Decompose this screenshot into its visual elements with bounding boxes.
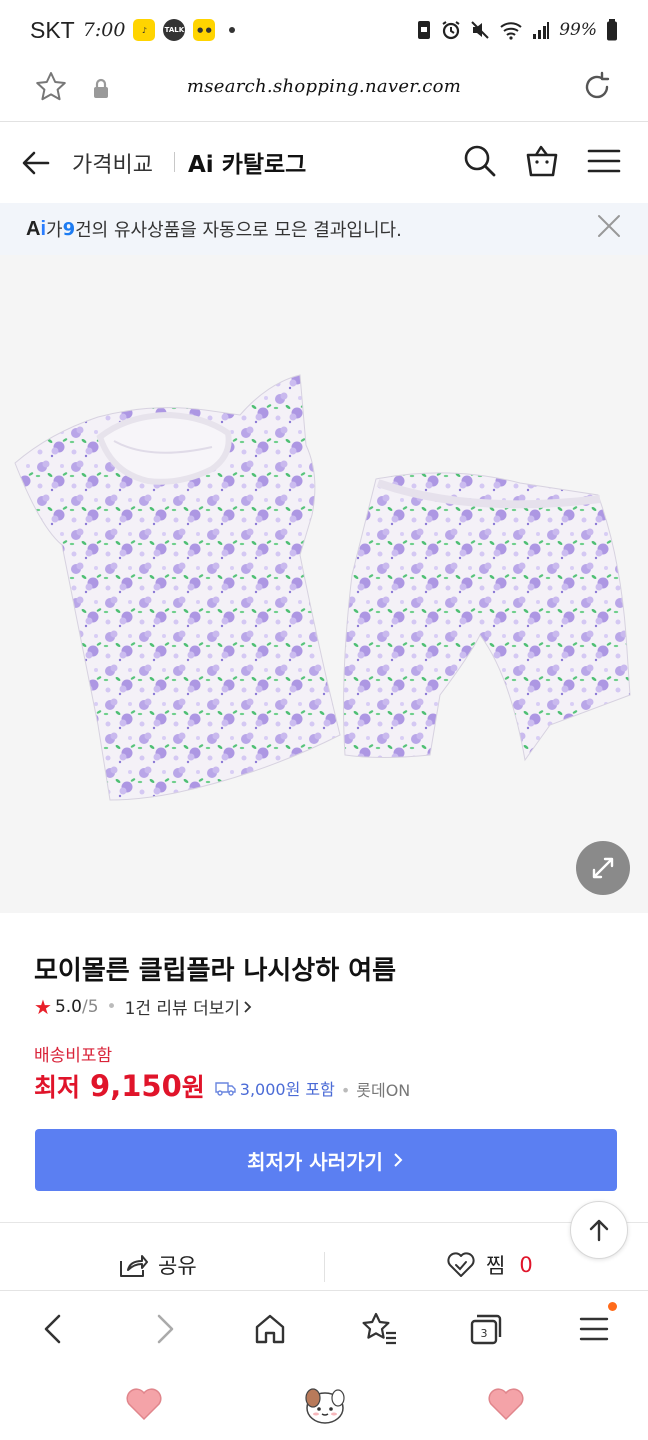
buy-lowest-price-button[interactable]: 최저가 사러가기 <box>35 1129 617 1191</box>
product-image-area[interactable] <box>0 255 648 913</box>
page-header: 가격비교 Ai 카탈로그 <box>0 123 648 203</box>
shipping-fee: 3,000원 포함 <box>215 1076 335 1100</box>
product-image <box>14 374 631 801</box>
like-button[interactable]: 찜 0 <box>446 1250 533 1280</box>
status-right: 99% <box>416 19 618 41</box>
chevron-right-icon <box>394 1153 403 1167</box>
buy-button-label: 최저가 사러가기 <box>247 1149 383 1174</box>
rating-value: 5.0 <box>54 996 82 1017</box>
rating-row: ★ 5.0 /5 • 1건 리뷰 더보기 <box>34 994 254 1019</box>
share-label: 공유 <box>158 1254 197 1278</box>
breadcrumb-price-compare[interactable]: 가격비교 <box>72 147 153 179</box>
clock: 7:00 <box>82 19 126 41</box>
chevron-right-icon <box>244 1000 252 1013</box>
price-unit: 원 <box>181 1073 205 1102</box>
breadcrumb-divider <box>174 152 175 172</box>
carrier-label: SKT <box>30 16 75 43</box>
notice-count: 9 <box>62 218 76 240</box>
browser-menu-icon[interactable] <box>578 1311 610 1347</box>
mute-icon <box>471 21 489 39</box>
notice-text-before: 가 <box>46 220 63 241</box>
expand-image-button[interactable] <box>576 841 630 895</box>
alarm-icon <box>442 21 460 40</box>
wifi-icon <box>500 22 522 40</box>
rating-separator: • <box>106 996 117 1017</box>
browser-url-bar: msearch.shopping.naver.com <box>0 60 648 122</box>
heart-icon[interactable] <box>124 1386 164 1422</box>
reload-icon[interactable] <box>580 70 614 104</box>
notice-text-after: 건의 유사상품을 자동으로 모은 결과입니다. <box>75 220 402 241</box>
ai-notice-banner: Ai 가 9 건의 유사상품을 자동으로 모은 결과입니다. <box>0 203 648 255</box>
shopping-bag-icon[interactable] <box>524 143 560 179</box>
more-notifications-dot <box>229 27 236 33</box>
ai-logo: Ai <box>26 218 46 241</box>
rating-max: /5 <box>81 996 99 1017</box>
battery-icon <box>607 19 617 41</box>
notification-app-icon-2: ● ● <box>193 19 216 41</box>
seller-name: 롯데ON <box>356 1081 411 1100</box>
phone-lock-icon <box>418 21 431 39</box>
like-count: 0 <box>519 1253 533 1277</box>
tabs-icon[interactable]: 3 <box>468 1311 504 1347</box>
shipping-included-label: 배송비포함 <box>34 1046 113 1066</box>
section-divider <box>0 1222 648 1223</box>
like-label: 찜 <box>486 1254 506 1278</box>
price-row: 최저 9,150 원 3,000원 포함 • 롯데ON <box>34 1068 410 1104</box>
share-icon <box>120 1255 148 1277</box>
status-left: SKT 7:00 ♪ TALK ● ● <box>30 16 236 44</box>
shorts <box>343 472 631 762</box>
menu-icon[interactable] <box>586 143 622 179</box>
product-title: 모이몰른 클립플라 나시상하 여름 <box>34 956 397 986</box>
lowest-price-label: 최저 <box>34 1073 81 1102</box>
battery-percent: 99% <box>559 20 597 40</box>
close-icon[interactable] <box>594 211 624 241</box>
puppy-home-icon[interactable] <box>302 1386 348 1426</box>
notification-app-icon: ♪ <box>133 19 156 41</box>
browser-back-icon[interactable] <box>38 1311 70 1347</box>
truck-icon <box>215 1082 236 1096</box>
bookmarks-icon[interactable] <box>360 1311 398 1347</box>
kakaotalk-icon: TALK <box>163 19 186 41</box>
browser-forward-icon[interactable] <box>148 1311 180 1347</box>
status-bar: SKT 7:00 ♪ TALK ● ● 99% <box>0 0 648 60</box>
signal-icon <box>533 22 550 39</box>
shipping-fee-text: 3,000원 포함 <box>239 1080 335 1099</box>
browser-toolbar: 3 <box>0 1290 648 1368</box>
breadcrumb-ai-catalog[interactable]: Ai 카탈로그 <box>188 145 306 179</box>
seller-separator: • <box>340 1081 351 1100</box>
expand-icon <box>592 857 614 879</box>
heart-check-icon <box>447 1252 475 1277</box>
price-value: 9,150 <box>90 1069 182 1103</box>
url-text[interactable]: msearch.shopping.naver.com <box>0 76 648 97</box>
back-arrow-icon[interactable] <box>20 147 52 179</box>
action-bar: 공유 찜 0 <box>0 1240 648 1290</box>
ai-logo-a: A <box>26 217 41 240</box>
rating-star-icon: ★ <box>34 994 52 1019</box>
share-button[interactable]: 공유 <box>118 1250 197 1280</box>
system-navigation-bar <box>0 1368 648 1440</box>
search-icon[interactable] <box>462 143 498 179</box>
review-link[interactable]: 1건 리뷰 더보기 <box>125 994 240 1019</box>
menu-notification-badge <box>608 1302 617 1311</box>
home-icon[interactable] <box>252 1311 288 1347</box>
action-divider <box>324 1252 325 1282</box>
heart-icon[interactable] <box>486 1386 526 1422</box>
tab-count: 3 <box>481 1327 488 1340</box>
